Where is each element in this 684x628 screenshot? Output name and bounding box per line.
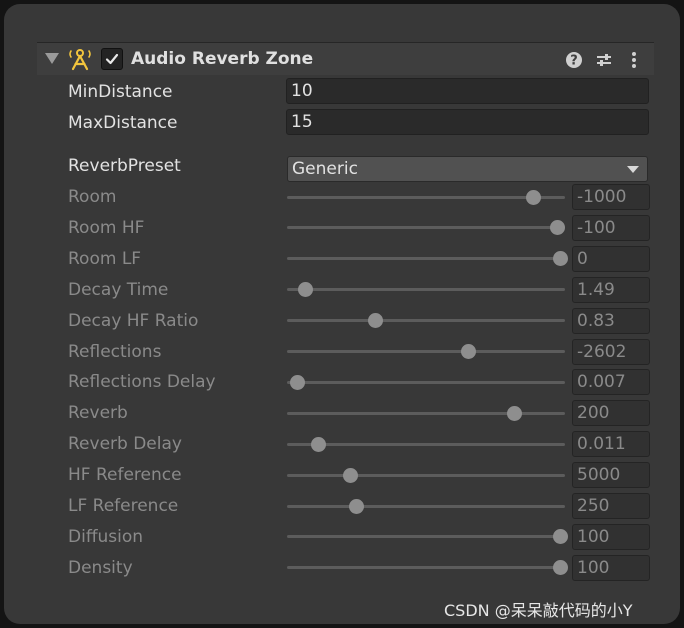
slider-value-field[interactable]: 100 bbox=[572, 554, 650, 581]
slider-label: Decay Time bbox=[68, 279, 169, 300]
component-header[interactable]: Audio Reverb Zone ? bbox=[37, 42, 654, 75]
slider-value-field[interactable]: 0 bbox=[572, 245, 650, 272]
slider-value-field[interactable]: 200 bbox=[572, 400, 650, 427]
enabled-checkbox[interactable] bbox=[101, 48, 123, 70]
slider-value-field[interactable]: -2602 bbox=[572, 338, 650, 365]
slider-thumb[interactable] bbox=[311, 436, 327, 452]
slider-label: Room HF bbox=[68, 217, 145, 238]
component-title: Audio Reverb Zone bbox=[131, 49, 314, 69]
slider-track[interactable] bbox=[287, 257, 565, 261]
slider-thumb[interactable] bbox=[348, 498, 364, 514]
slider-value-field[interactable]: 0.83 bbox=[572, 307, 650, 334]
slider-thumb[interactable] bbox=[549, 220, 565, 236]
slider-track[interactable] bbox=[287, 350, 565, 353]
slider-thumb[interactable] bbox=[552, 560, 568, 576]
dropdown-arrow-icon bbox=[627, 166, 639, 173]
help-icon[interactable]: ? bbox=[564, 50, 584, 70]
max-distance-label: MaxDistance bbox=[68, 113, 178, 133]
slider-value-field[interactable]: -1000 bbox=[572, 184, 650, 210]
slider-value-field[interactable]: -100 bbox=[572, 214, 650, 241]
slider-track[interactable] bbox=[287, 288, 565, 292]
slider-label: Room LF bbox=[68, 248, 142, 269]
reverb-preset-value: Generic bbox=[292, 159, 358, 179]
slider-thumb[interactable] bbox=[297, 282, 313, 298]
slider-label: Diffusion bbox=[68, 526, 144, 547]
foldout-arrow-icon[interactable] bbox=[45, 53, 59, 64]
slider-value-field[interactable]: 5000 bbox=[572, 462, 650, 489]
slider-track[interactable] bbox=[287, 535, 565, 539]
checkmark-icon bbox=[105, 53, 119, 65]
slider-label: Room bbox=[68, 187, 117, 207]
slider-value-field[interactable]: 100 bbox=[572, 523, 650, 550]
preset-icon[interactable] bbox=[594, 50, 614, 70]
min-distance-label: MinDistance bbox=[68, 82, 173, 102]
slider-track[interactable] bbox=[287, 319, 565, 323]
slider-track[interactable] bbox=[287, 504, 565, 508]
slider-track[interactable] bbox=[287, 566, 565, 570]
slider-thumb[interactable] bbox=[552, 529, 568, 545]
slider-label: Decay HF Ratio bbox=[68, 310, 199, 331]
slider-value-field[interactable]: 0.007 bbox=[572, 369, 650, 396]
kebab-menu-icon[interactable] bbox=[624, 50, 644, 70]
min-distance-field[interactable]: 10 bbox=[286, 78, 649, 104]
slider-track[interactable] bbox=[287, 226, 565, 230]
slider-label: Density bbox=[68, 557, 133, 578]
slider-label: Reverb Delay bbox=[68, 434, 182, 455]
svg-text:?: ? bbox=[570, 54, 578, 69]
slider-thumb[interactable] bbox=[552, 251, 568, 267]
slider-track[interactable] bbox=[287, 195, 565, 199]
slider-value-field[interactable]: 250 bbox=[572, 493, 650, 519]
reverb-preset-dropdown[interactable]: Generic bbox=[287, 156, 648, 182]
slider-thumb[interactable] bbox=[343, 467, 359, 483]
slider-thumb[interactable] bbox=[525, 189, 541, 205]
slider-thumb[interactable] bbox=[367, 313, 383, 329]
slider-track[interactable] bbox=[287, 411, 565, 415]
max-distance-field[interactable]: 15 bbox=[286, 109, 649, 135]
slider-label: HF Reference bbox=[68, 465, 182, 486]
slider-track[interactable] bbox=[287, 442, 565, 446]
audio-reverb-zone-icon bbox=[69, 49, 91, 71]
slider-thumb[interactable] bbox=[289, 374, 305, 390]
slider-thumb[interactable] bbox=[461, 344, 477, 359]
inspector-panel: Audio Reverb Zone ? MinDistance 10 MaxDi… bbox=[4, 4, 680, 624]
reverb-preset-label: ReverbPreset bbox=[68, 156, 181, 176]
slider-label: Reflections Delay bbox=[68, 372, 216, 393]
slider-value-field[interactable]: 0.011 bbox=[572, 431, 650, 458]
slider-track[interactable] bbox=[287, 473, 565, 477]
slider-label: Reverb bbox=[68, 403, 128, 424]
watermark: CSDN @呆呆敲代码的小Y bbox=[444, 601, 633, 620]
slider-label: Reflections bbox=[68, 341, 162, 362]
slider-thumb[interactable] bbox=[506, 405, 522, 421]
slider-label: LF Reference bbox=[68, 496, 179, 516]
slider-track[interactable] bbox=[287, 380, 565, 384]
slider-value-field[interactable]: 1.49 bbox=[572, 276, 650, 303]
